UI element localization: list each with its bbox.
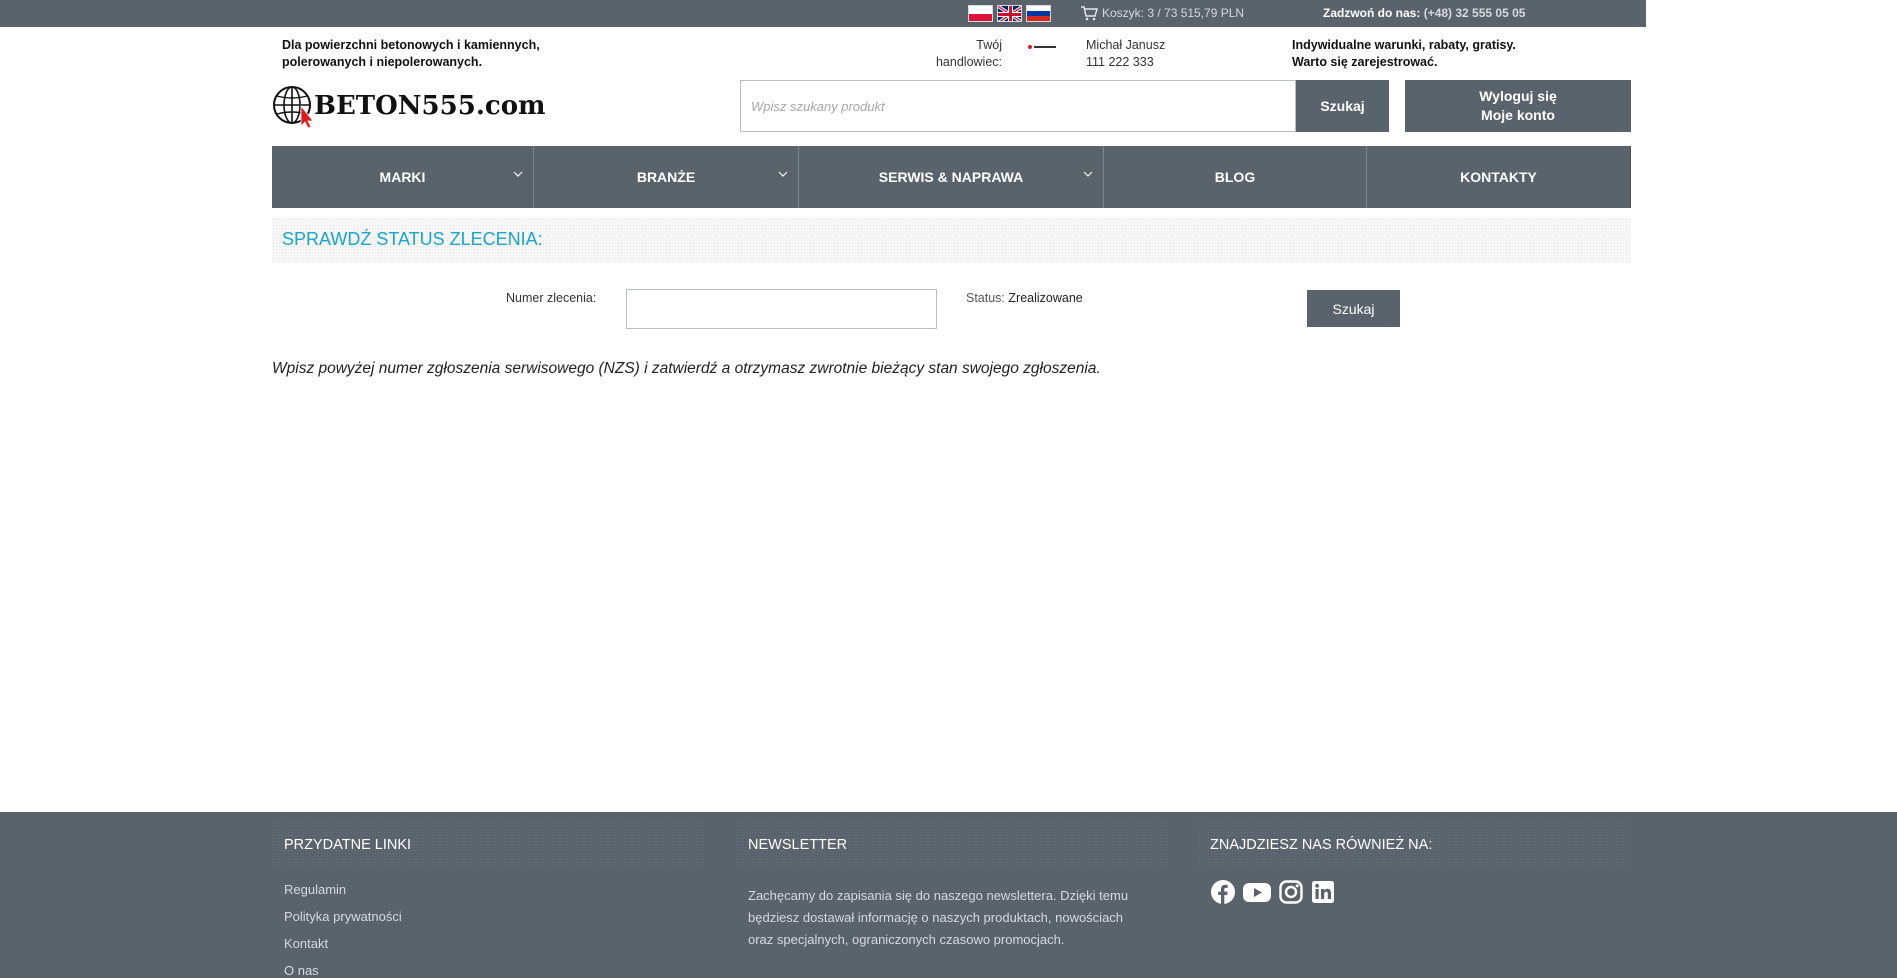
phone-label: Zadzwoń do nas:: [1323, 6, 1421, 20]
search-button[interactable]: Szukaj: [1296, 80, 1389, 132]
facebook-icon[interactable]: [1210, 879, 1236, 905]
phone-number[interactable]: (+48) 32 555 05 05: [1424, 6, 1526, 20]
rep-label-line-1: Twój: [976, 38, 1002, 52]
footer-links: Regulamin Polityka prywatności Kontakt O…: [284, 881, 402, 978]
tagline: Dla powierzchni betonowych i kamiennych,…: [282, 37, 582, 71]
section-title: SPRAWDŹ STATUS ZLECENIA:: [282, 229, 543, 249]
status-section-header: SPRAWDŹ STATUS ZLECENIA:: [272, 218, 1631, 263]
nav-label: MARKI: [379, 169, 426, 185]
globe-cursor-icon: [273, 86, 314, 128]
footer-link-contact[interactable]: Kontakt: [284, 935, 402, 962]
my-account-link[interactable]: Moje konto: [1481, 106, 1555, 125]
chevron-down-icon: [1083, 171, 1093, 177]
promo-text: Indywidualne warunki, rabaty, gratisy. W…: [1292, 37, 1516, 71]
footer-link-privacy[interactable]: Polityka prywatności: [284, 908, 402, 935]
footer-social-title: ZNAJDZIESZ NAS RÓWNIEŻ NA:: [1210, 837, 1433, 853]
sales-rep-contact: Michał Janusz 111 222 333: [1086, 37, 1165, 71]
flag-pl-icon[interactable]: [968, 5, 993, 22]
promo-line-2: Warto się zarejestrować.: [1292, 55, 1438, 69]
chevron-down-icon: [778, 171, 788, 177]
footer-newsletter-header: NEWSLETTER: [736, 822, 1169, 866]
logout-link[interactable]: Wyloguj się: [1479, 87, 1557, 106]
rep-company-logo-icon: [1028, 45, 1056, 49]
cart-summary: Koszyk: 3 / 73 515,79 PLN: [1102, 6, 1245, 20]
linkedin-icon[interactable]: [1310, 879, 1336, 905]
account-button[interactable]: Wyloguj się Moje konto: [1405, 80, 1631, 132]
nav-item-marki[interactable]: MARKI: [272, 146, 534, 208]
order-number-field: [626, 289, 937, 329]
order-number-label: Numer zlecenia:: [506, 291, 597, 305]
rep-label-line-2: handlowiec:: [935, 55, 1002, 69]
nav-label: KONTAKTY: [1460, 169, 1537, 185]
rep-name: Michał Janusz: [1086, 38, 1166, 52]
cart-link[interactable]: Koszyk: 3 / 73 515,79 PLN: [1080, 5, 1244, 21]
language-switcher: [968, 5, 1051, 22]
status-hint: Wpisz powyżej numer zgłoszenia serwisowe…: [272, 360, 1101, 377]
footer-link-regulamin[interactable]: Regulamin: [284, 881, 402, 908]
order-number-input[interactable]: [627, 290, 936, 328]
status-value: Zrealizowane: [1008, 291, 1083, 305]
nav-label: BRANŻE: [636, 169, 696, 185]
order-status: Status: Zrealizowane: [966, 291, 1083, 305]
footer-links-header: PRZYDATNE LINKI: [272, 822, 705, 866]
nav-item-branze[interactable]: BRANŻE: [534, 146, 799, 208]
nav-item-blog[interactable]: BLOG: [1104, 146, 1367, 208]
chevron-down-icon: [513, 171, 523, 177]
nav-label: BLOG: [1214, 169, 1256, 185]
nav-label: SERWIS & NAPRAWA: [878, 169, 1024, 185]
instagram-icon[interactable]: [1278, 879, 1304, 905]
main-nav: MARKI BRANŻE SERWIS & NAPRAWA BLOG KONTA…: [272, 146, 1631, 208]
rep-phone[interactable]: 111 222 333: [1086, 54, 1165, 71]
footer: PRZYDATNE LINKI NEWSLETTER ZNAJDZIESZ NA…: [0, 812, 1897, 978]
phone-info: Zadzwoń do nas: (+48) 32 555 05 05: [1323, 6, 1525, 20]
cart-icon: [1081, 6, 1098, 21]
footer-links-title: PRZYDATNE LINKI: [284, 837, 412, 853]
logo-text: BETON555.com: [314, 91, 546, 121]
top-bar: Koszyk: 3 / 73 515,79 PLN Zadzwoń do nas…: [0, 0, 1646, 27]
footer-link-about[interactable]: O nas: [284, 962, 402, 978]
nav-item-kontakty[interactable]: KONTAKTY: [1367, 146, 1630, 208]
youtube-icon[interactable]: [1242, 879, 1272, 905]
footer-newsletter-title: NEWSLETTER: [748, 837, 848, 853]
site-logo[interactable]: BETON555.com: [272, 84, 546, 128]
social-links: [1210, 879, 1336, 905]
promo-line-1: Indywidualne warunki, rabaty, gratisy.: [1292, 38, 1516, 52]
flag-ru-icon[interactable]: [1026, 5, 1051, 22]
footer-social-header: ZNAJDZIESZ NAS RÓWNIEŻ NA:: [1198, 822, 1631, 866]
newsletter-text: Zachęcamy do zapisania się do naszego ne…: [748, 888, 1129, 947]
nav-item-serwis[interactable]: SERWIS & NAPRAWA: [799, 146, 1104, 208]
tagline-line-2: polerowanych i niepolerowanych.: [282, 55, 483, 69]
flag-gb-icon[interactable]: [997, 5, 1022, 22]
status-label: Status:: [966, 291, 1005, 305]
tagline-line-1: Dla powierzchni betonowych i kamiennych,: [282, 38, 540, 52]
search-input[interactable]: [741, 81, 1295, 131]
sales-rep-label: Twój handlowiec:: [930, 37, 1002, 71]
search-box: [740, 80, 1296, 132]
status-search-button[interactable]: Szukaj: [1307, 290, 1400, 327]
